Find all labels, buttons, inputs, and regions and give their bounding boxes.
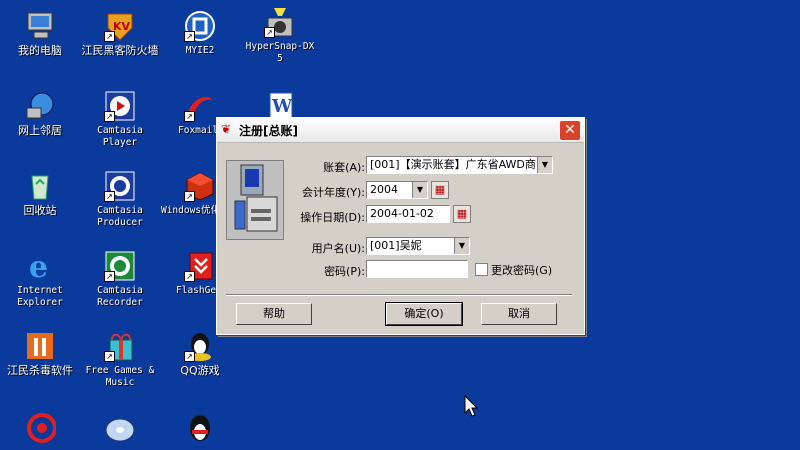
cancel-button[interactable]: 取消 — [481, 303, 557, 325]
change-password-label[interactable]: 更改密码(G) — [491, 262, 552, 278]
icon-label: 网上邻居 — [18, 124, 62, 137]
icon-label: 江民杀毒软件 — [7, 364, 73, 377]
disc-icon — [104, 412, 136, 444]
network-places-icon — [24, 90, 56, 122]
login-dialog: ❦ 注册[总账] ✕ 账套(A): [001]【演示账套】广东省AWD商 ▼ 会… — [216, 117, 585, 335]
svg-text:W: W — [271, 96, 293, 117]
icon-label: Free Games & Music — [85, 365, 155, 388]
chevron-down-icon[interactable]: ▼ — [537, 157, 552, 173]
password-label: 密码(P): — [324, 265, 365, 278]
chevron-down-icon[interactable]: ▼ — [454, 238, 469, 254]
icon-label: Internet Explorer — [17, 285, 63, 308]
camtasia-recorder-icon: ↗ — [104, 250, 136, 282]
qq-game-icon: ↗ — [184, 330, 216, 362]
desktop-icon-camtasia-player[interactable]: ↗ Camtasia Player — [80, 90, 160, 149]
desktop-icon-my-computer[interactable]: 我的电脑 — [0, 10, 80, 57]
account-select[interactable]: [001]【演示账套】广东省AWD商 ▼ — [366, 156, 553, 174]
chevron-down-icon[interactable]: ▼ — [412, 182, 427, 198]
icon-label: Camtasia Producer — [97, 205, 143, 228]
recycle-bin-icon — [24, 170, 56, 202]
calendar-icon: ▦ — [456, 207, 468, 220]
date-calendar-button[interactable]: ▦ — [453, 205, 471, 223]
year-label: 会计年度(Y): — [301, 186, 365, 199]
icon-label: MYIE2 — [185, 45, 215, 56]
flashget-icon: ↗ — [184, 250, 216, 282]
icon-label: 江民黑客防火墙 — [81, 44, 159, 57]
myie2-icon: ↗ — [184, 10, 216, 42]
help-button[interactable]: 帮助 — [236, 303, 312, 325]
desktop-icon-recycle-bin[interactable]: 回收站 — [0, 170, 80, 217]
ok-button[interactable]: 确定(O) — [385, 302, 463, 326]
icon-label: Camtasia Player — [97, 125, 143, 148]
desktop-icon-partial[interactable] — [0, 412, 80, 447]
mouse-cursor-icon — [464, 394, 479, 420]
desktop-icon-hypersnap[interactable]: ↗ HyperSnap-DX 5 — [240, 6, 320, 65]
svg-text:e: e — [29, 250, 48, 282]
desktop-icon-myie2[interactable]: ↗ MYIE2 — [160, 10, 240, 57]
windows-optimizer-icon: ↗ — [184, 170, 216, 202]
user-value: [001]吴妮 — [370, 239, 422, 252]
antivirus-icon — [24, 330, 56, 362]
date-label: 操作日期(D): — [300, 211, 365, 224]
target-icon — [24, 412, 57, 444]
desktop-icon-free-games[interactable]: ↗ Free Games & Music — [80, 330, 160, 389]
account-label: 账套(A): — [323, 161, 365, 174]
desktop-icon-network-places[interactable]: 网上邻居 — [0, 90, 80, 137]
year-calendar-button[interactable]: ▦ — [431, 181, 449, 199]
desktop-icon-antivirus[interactable]: 江民杀毒软件 — [0, 330, 80, 377]
change-password-checkbox[interactable] — [475, 263, 488, 276]
desktop-icon-internet-explorer[interactable]: e Internet Explorer — [0, 250, 80, 309]
desktop-icon-camtasia-producer[interactable]: ↗ Camtasia Producer — [80, 170, 160, 229]
icon-label: QQ游戏 — [180, 364, 220, 377]
camtasia-producer-icon: ↗ — [104, 170, 136, 202]
icon-label: HyperSnap-DX 5 — [245, 41, 315, 64]
qq-icon — [184, 412, 216, 444]
desktop-icon-partial-2[interactable] — [80, 412, 160, 447]
foxmail-icon: ↗ — [184, 90, 216, 122]
desktop-icon-qq-game[interactable]: ↗ QQ游戏 — [160, 330, 240, 377]
dialog-titlebar[interactable]: ❦ 注册[总账] ✕ — [217, 118, 584, 143]
close-button[interactable]: ✕ — [559, 120, 581, 141]
app-icon: ❦ — [221, 122, 232, 136]
desktop-icon-camtasia-recorder[interactable]: ↗ Camtasia Recorder — [80, 250, 160, 309]
free-games-icon: ↗ — [104, 330, 136, 362]
year-select[interactable]: 2004 ▼ — [366, 181, 428, 199]
firewall-icon: KV ↗ — [104, 10, 136, 42]
year-value: 2004 — [370, 183, 398, 196]
icon-label: 回收站 — [23, 204, 57, 217]
desktop-icon-firewall[interactable]: KV ↗ 江民黑客防火墙 — [80, 10, 160, 57]
dialog-title: 注册[总账] — [239, 124, 298, 138]
my-computer-icon — [24, 10, 56, 42]
user-label: 用户名(U): — [311, 242, 365, 255]
account-value: [001]【演示账套】广东省AWD商 — [370, 158, 536, 171]
calendar-icon: ▦ — [434, 183, 446, 196]
separator — [226, 294, 572, 296]
hypersnap-icon: ↗ — [264, 6, 296, 38]
desktop-icon-partial-3[interactable] — [160, 412, 240, 447]
icon-label: 我的电脑 — [18, 44, 62, 57]
internet-explorer-icon: e — [24, 250, 56, 285]
password-field[interactable] — [366, 260, 468, 278]
date-field[interactable]: 2004-01-02 — [366, 205, 450, 223]
icon-label: Camtasia Recorder — [97, 285, 143, 308]
computer-illustration — [226, 160, 284, 240]
user-select[interactable]: [001]吴妮 ▼ — [366, 237, 470, 255]
camtasia-player-icon: ↗ — [104, 90, 136, 122]
svg-text:KV: KV — [113, 20, 131, 33]
